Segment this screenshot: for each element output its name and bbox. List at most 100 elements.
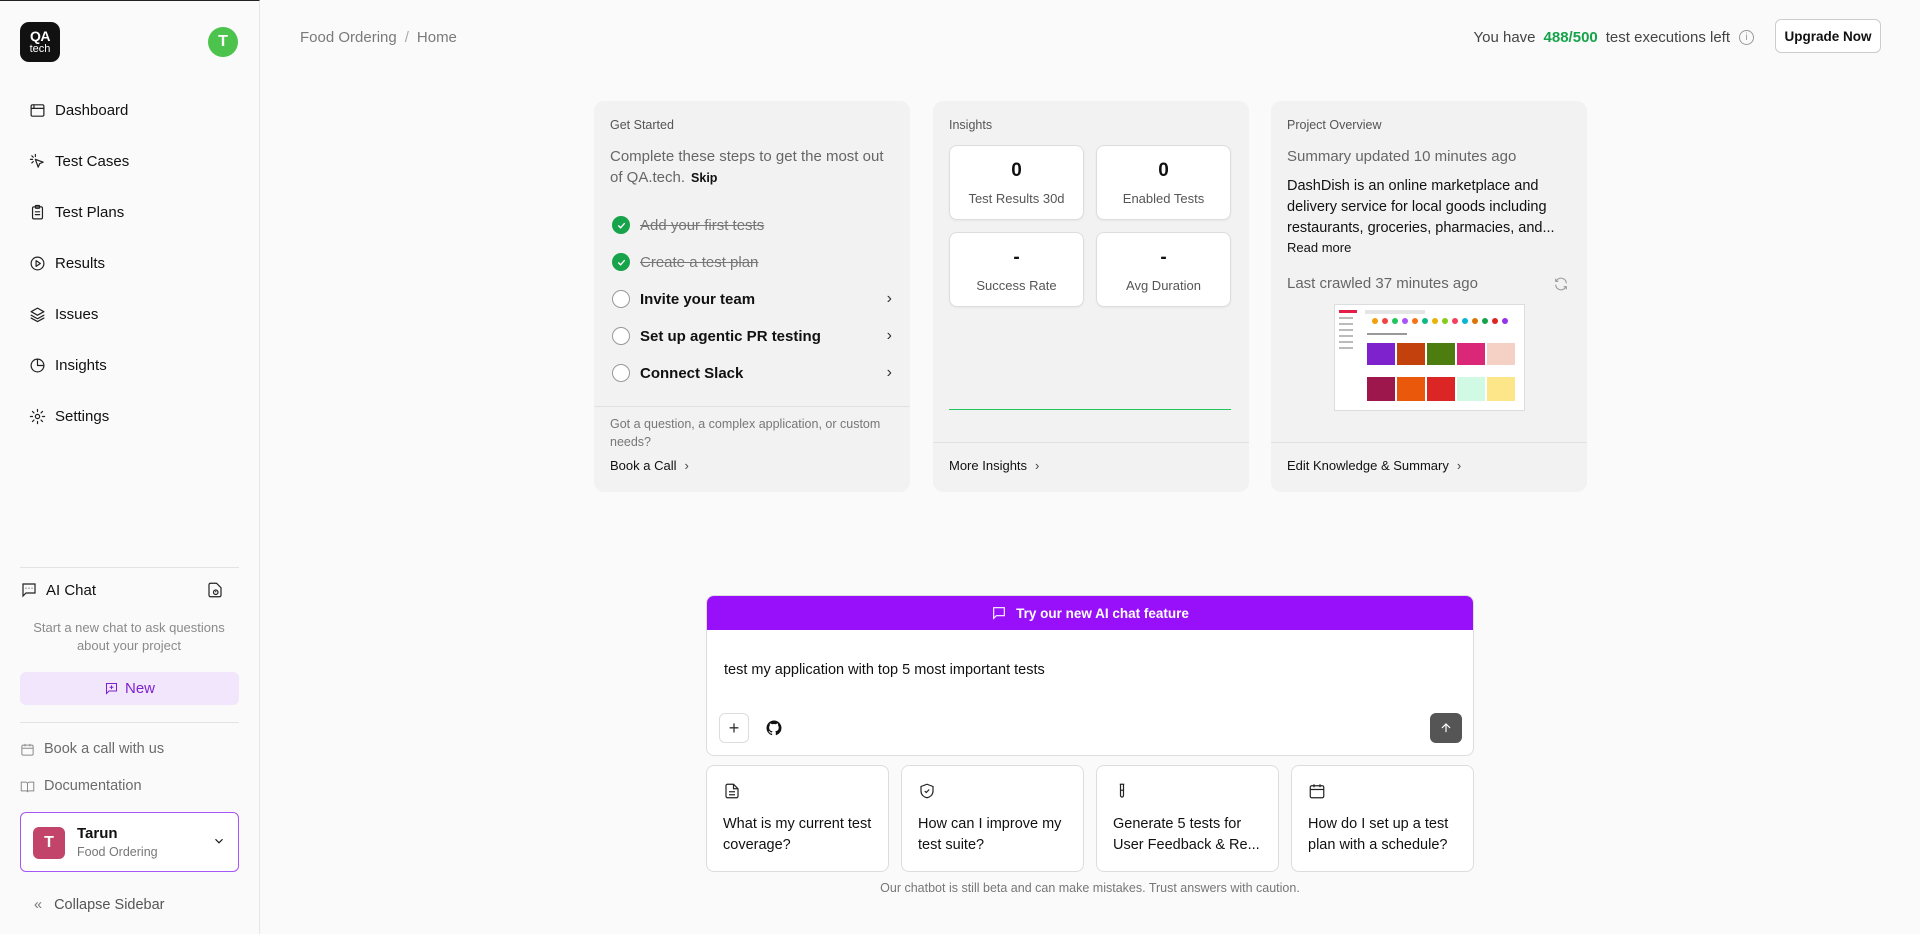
- github-icon[interactable]: [765, 719, 783, 737]
- step-label: Set up agentic PR testing: [640, 327, 821, 345]
- summary-updated: Summary updated 10 minutes ago: [1287, 148, 1517, 165]
- get-started-description: Complete these steps to get the most out…: [610, 146, 900, 189]
- sidebar-item-dashboard[interactable]: Dashboard: [20, 85, 240, 136]
- sidebar-divider: [20, 722, 239, 723]
- stat-success-rate: - Success Rate: [949, 232, 1084, 307]
- step-label: Create a test plan: [640, 253, 759, 271]
- chat-disclaimer: Our chatbot is still beta and can make m…: [880, 881, 1300, 895]
- thumbnail-image: [1335, 305, 1524, 410]
- step-connect-slack[interactable]: Connect Slack ›: [612, 361, 894, 385]
- chat-plus-icon: [105, 682, 118, 695]
- documentation-link[interactable]: Documentation: [20, 775, 142, 797]
- dashboard-icon: [30, 104, 45, 117]
- new-chat-label: New: [124, 680, 155, 697]
- trend-line: [949, 409, 1231, 410]
- logo-subtext: tech: [29, 43, 51, 55]
- check-circle-icon: [612, 253, 630, 271]
- ai-chat-banner[interactable]: Try our new AI chat feature: [707, 596, 1473, 630]
- book-call-link[interactable]: Book a call with us: [20, 738, 164, 760]
- chevron-right-icon: ›: [1035, 458, 1040, 473]
- edit-knowledge-text: Edit Knowledge & Summary: [1287, 458, 1449, 473]
- empty-circle-icon: [612, 364, 630, 382]
- chevron-right-icon: ›: [886, 290, 892, 307]
- chat-icon: [22, 583, 36, 598]
- skip-button[interactable]: Skip: [691, 171, 717, 185]
- book-call-label: Book a call with us: [44, 741, 165, 757]
- execution-quota: You have 488/500 test executions left i: [1474, 29, 1754, 46]
- calendar-icon: [21, 743, 34, 756]
- sidebar-item-test-plans[interactable]: Test Plans: [20, 187, 240, 238]
- suggestion-generate-tests[interactable]: Generate 5 tests for User Feedback & Re.…: [1096, 765, 1279, 872]
- calendar-icon: [1309, 784, 1325, 799]
- read-more-link[interactable]: Read more: [1287, 240, 1351, 255]
- chevron-right-icon: ›: [886, 364, 892, 381]
- collapse-sidebar-button[interactable]: « Collapse Sidebar: [34, 897, 165, 913]
- sidebar-item-settings[interactable]: Settings: [20, 391, 240, 442]
- upgrade-now-button[interactable]: Upgrade Now: [1775, 19, 1881, 53]
- refresh-icon[interactable]: [1553, 276, 1569, 292]
- breadcrumb-project[interactable]: Food Ordering: [300, 29, 397, 46]
- step-label: Add your first tests: [640, 216, 765, 234]
- sidebar-item-label: Issues: [55, 306, 99, 323]
- pie-chart-icon: [30, 358, 45, 373]
- stat-value: 0: [1011, 160, 1022, 181]
- send-button[interactable]: [1430, 713, 1462, 743]
- get-started-card: Get Started Complete these steps to get …: [594, 101, 910, 492]
- sidebar-item-issues[interactable]: Issues: [20, 289, 240, 340]
- stat-label: Test Results 30d: [968, 191, 1065, 206]
- more-insights-text: More Insights: [949, 458, 1028, 473]
- suggestion-text: How can I improve my test suite?: [918, 816, 1062, 853]
- project-overview-card: Project Overview Summary updated 10 minu…: [1271, 101, 1587, 492]
- user-name: Tarun: [77, 825, 118, 842]
- empty-circle-icon: [612, 290, 630, 308]
- chevrons-left-icon: «: [34, 897, 43, 913]
- chat-history-icon[interactable]: [206, 581, 224, 599]
- step-create-plan[interactable]: Create a test plan: [612, 250, 894, 274]
- get-started-text: Complete these steps to get the most out…: [610, 148, 884, 186]
- breadcrumb: Food Ordering / Home: [300, 29, 457, 46]
- sidebar-item-insights[interactable]: Insights: [20, 340, 240, 391]
- edit-knowledge-button[interactable]: Edit Knowledge & Summary ›: [1287, 458, 1461, 473]
- step-invite-team[interactable]: Invite your team ›: [612, 287, 894, 311]
- sidebar-item-results[interactable]: Results: [20, 238, 240, 289]
- gear-icon: [29, 408, 46, 425]
- test-tube-icon: [1119, 783, 1125, 798]
- documentation-label: Documentation: [44, 778, 142, 794]
- arrow-up-icon: [1441, 723, 1451, 733]
- qa-tech-logo[interactable]: QA tech: [20, 22, 60, 62]
- book-call-button[interactable]: Book a Call ›: [610, 458, 689, 473]
- ai-chat-title: AI Chat: [46, 581, 97, 599]
- check-circle-icon: [612, 216, 630, 234]
- last-crawled: Last crawled 37 minutes ago: [1287, 275, 1478, 292]
- suggestion-improve-suite[interactable]: How can I improve my test suite?: [901, 765, 1084, 872]
- suggestion-schedule-plan[interactable]: How do I set up a test plan with a sched…: [1291, 765, 1474, 872]
- card-title: Project Overview: [1287, 118, 1382, 132]
- sidebar-item-test-cases[interactable]: Test Cases: [20, 136, 240, 187]
- user-avatar[interactable]: T: [208, 27, 238, 57]
- site-screenshot-thumbnail[interactable]: [1334, 304, 1525, 411]
- new-chat-button[interactable]: New: [20, 672, 239, 705]
- suggestion-test-coverage[interactable]: What is my current test coverage?: [706, 765, 889, 872]
- chevron-right-icon: ›: [886, 327, 892, 344]
- stat-test-results: 0 Test Results 30d: [949, 145, 1084, 220]
- stat-value: -: [1013, 247, 1020, 268]
- sidebar-item-label: Dashboard: [55, 102, 129, 119]
- suggestion-text: What is my current test coverage?: [723, 816, 872, 853]
- info-icon[interactable]: i: [1739, 30, 1754, 45]
- add-attachment-button[interactable]: +: [719, 713, 749, 743]
- card-title: Get Started: [610, 118, 674, 132]
- stat-enabled-tests: 0 Enabled Tests: [1096, 145, 1231, 220]
- step-pr-testing[interactable]: Set up agentic PR testing ›: [612, 324, 894, 348]
- step-add-tests[interactable]: Add your first tests: [612, 213, 894, 237]
- chat-input[interactable]: test my application with top 5 most impo…: [724, 662, 1045, 678]
- quota-prefix: You have: [1473, 29, 1536, 46]
- project-description: DashDish is an online marketplace and de…: [1287, 178, 1555, 236]
- cursor-click-icon: [29, 153, 44, 168]
- logo-text: QA: [30, 28, 51, 44]
- chevron-right-icon: ›: [684, 458, 689, 473]
- collapse-sidebar-label: Collapse Sidebar: [54, 897, 165, 913]
- play-circle-icon: [30, 256, 45, 271]
- project-switcher[interactable]: T Tarun Food Ordering: [20, 812, 239, 872]
- ai-chat-box: Try our new AI chat feature test my appl…: [706, 595, 1474, 756]
- more-insights-button[interactable]: More Insights ›: [949, 458, 1039, 473]
